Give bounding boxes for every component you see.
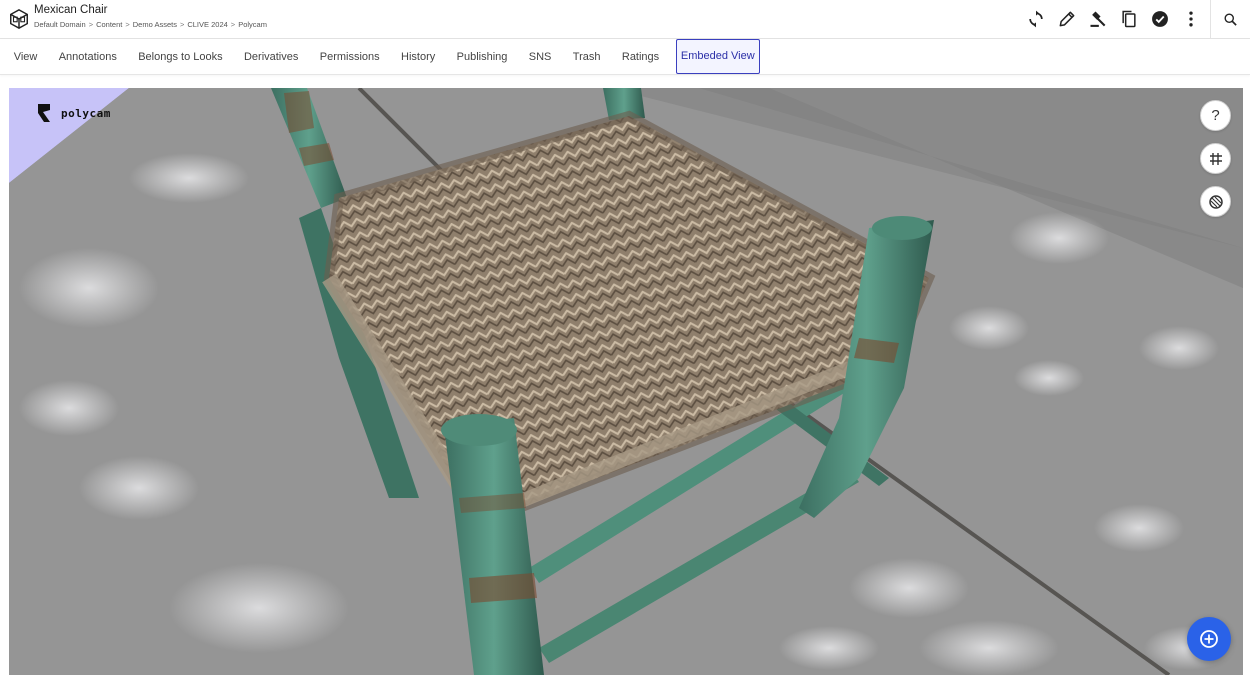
tab-belongs-to-looks[interactable]: Belongs to Looks	[128, 39, 234, 75]
gavel-icon	[1090, 11, 1105, 27]
grid-toggle-button[interactable]	[1200, 143, 1231, 174]
tab-embeded-view[interactable]: Embeded View	[675, 39, 760, 74]
breadcrumb-item[interactable]: Polycam	[238, 20, 267, 29]
material-icon	[1208, 194, 1223, 209]
breadcrumb-separator: >	[179, 20, 185, 29]
asset-tabs: View Annotations Belongs to Looks Deriva…	[0, 39, 1250, 75]
material-toggle-button[interactable]	[1200, 186, 1231, 217]
check-circle-icon	[1151, 11, 1168, 27]
more-vertical-icon	[1188, 11, 1193, 27]
breadcrumb-item[interactable]: Demo Assets	[133, 20, 177, 29]
embedded-3d-viewer[interactable]: polycam ?	[9, 88, 1243, 675]
tab-permissions[interactable]: Permissions	[309, 39, 390, 75]
edit-pencil-icon	[1059, 11, 1074, 27]
breadcrumb-item[interactable]: Default Domain	[34, 20, 86, 29]
chair-3d-model[interactable]	[9, 88, 1243, 675]
header-toolbar	[1020, 0, 1250, 38]
tab-history[interactable]: History	[390, 39, 446, 75]
tab-derivatives[interactable]: Derivatives	[233, 39, 309, 75]
asset-header: Mexican Chair Default Domain > Content > Dem…	[0, 0, 1250, 39]
breadcrumb: Default Domain > Content > Demo Assets > CLIVE…	[34, 20, 267, 29]
breadcrumb-item[interactable]: CLIVE 2024	[187, 20, 227, 29]
tab-publishing[interactable]: Publishing	[446, 39, 518, 75]
tab-trash[interactable]: Trash	[562, 39, 611, 75]
breadcrumb-separator: >	[230, 20, 236, 29]
tab-view[interactable]: View	[3, 39, 48, 75]
brand-label: polycam	[61, 106, 111, 120]
copy-icon	[1121, 10, 1136, 28]
more-options-button[interactable]	[1175, 0, 1206, 38]
search-icon	[1224, 13, 1237, 26]
grid-icon	[1209, 152, 1222, 165]
breadcrumb-separator: >	[88, 20, 94, 29]
tab-ratings[interactable]: Ratings	[611, 39, 670, 75]
add-button[interactable]	[1187, 617, 1231, 661]
help-icon: ?	[1211, 107, 1220, 124]
refresh-button[interactable]	[1020, 0, 1051, 38]
tab-sns[interactable]: SNS	[518, 39, 562, 75]
help-button[interactable]: ?	[1200, 100, 1231, 131]
search-button[interactable]	[1210, 0, 1250, 38]
breadcrumb-item[interactable]: Content	[96, 20, 122, 29]
asset-title: Mexican Chair	[34, 4, 108, 16]
gavel-button[interactable]	[1082, 0, 1113, 38]
polycam-logo-icon	[38, 104, 50, 122]
approve-button[interactable]	[1144, 0, 1175, 38]
cube-box-icon	[10, 8, 28, 30]
edit-button[interactable]	[1051, 0, 1082, 38]
add-circle-icon	[1200, 630, 1218, 648]
polycam-brand[interactable]: polycam	[35, 102, 111, 124]
breadcrumb-separator: >	[125, 20, 130, 29]
tab-annotations[interactable]: Annotations	[48, 39, 127, 75]
copy-button[interactable]	[1113, 0, 1144, 38]
refresh-icon	[1028, 10, 1043, 28]
